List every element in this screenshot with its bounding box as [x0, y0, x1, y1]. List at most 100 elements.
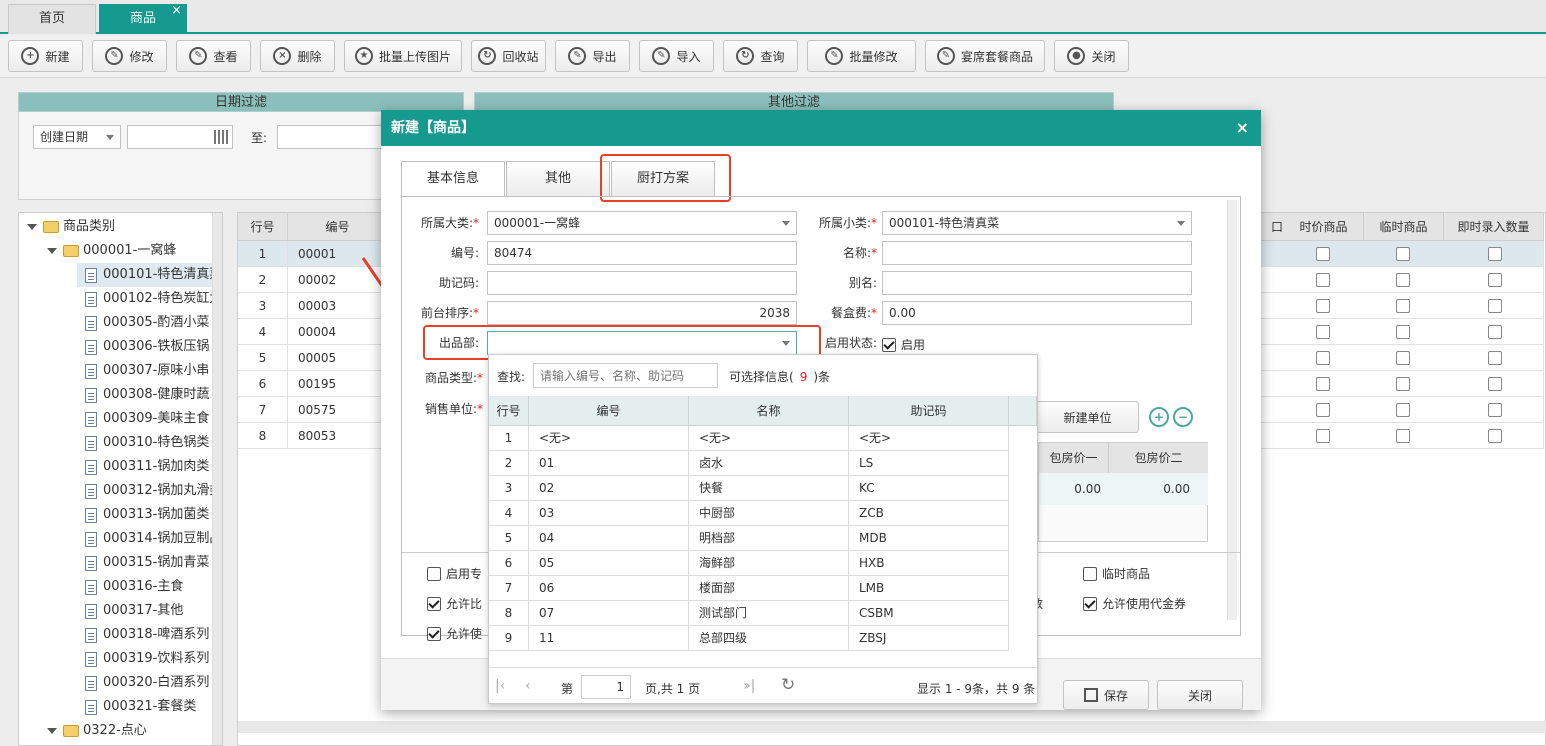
dialog-close-button[interactable]: 关闭: [1157, 680, 1243, 710]
alias-input[interactable]: [882, 271, 1192, 295]
sort-input[interactable]: 2038: [487, 301, 797, 325]
dropdown-option[interactable]: KC: [849, 476, 1009, 501]
row-checkbox[interactable]: [1316, 351, 1330, 365]
recycle-bin-button[interactable]: ↻ 回收站: [471, 40, 546, 72]
row-checkbox[interactable]: [1396, 247, 1410, 261]
batch-edit-button[interactable]: ✎ 批量修改: [807, 40, 916, 72]
dropdown-option[interactable]: 07: [529, 601, 689, 626]
tree-item[interactable]: 000310-特色锅类: [85, 431, 209, 455]
tree-item[interactable]: 000307-原味小串: [85, 359, 209, 383]
tree-root[interactable]: 商品类别: [27, 215, 115, 239]
row-checkbox[interactable]: [1396, 429, 1410, 443]
row-checkbox[interactable]: [1396, 377, 1410, 391]
row-checkbox[interactable]: [1488, 403, 1502, 417]
refresh-icon[interactable]: ↻: [781, 675, 795, 695]
date-type-select[interactable]: 创建日期: [33, 125, 121, 149]
dropdown-option[interactable]: 中厨部: [689, 501, 849, 526]
name-input[interactable]: [882, 241, 1192, 265]
row-checkbox[interactable]: [1488, 273, 1502, 287]
tree-item[interactable]: 000318-啤酒系列: [85, 623, 209, 647]
expand-icon[interactable]: [27, 224, 37, 230]
dropdown-option[interactable]: 1: [489, 426, 529, 451]
subcategory-select[interactable]: 000101-特色清真菜: [882, 211, 1192, 235]
unit-grid-cell-1[interactable]: 0.00: [1039, 473, 1109, 505]
tree-item[interactable]: 000319-饮料系列: [85, 647, 209, 671]
tab-goods[interactable]: 商品 ×: [99, 3, 187, 34]
page-input[interactable]: 1: [581, 675, 631, 699]
tab-basic-info[interactable]: 基本信息: [401, 161, 505, 197]
dropdown-option[interactable]: 01: [529, 451, 689, 476]
mnemonic-input[interactable]: [487, 271, 797, 295]
dropdown-option[interactable]: 05: [529, 551, 689, 576]
close-icon[interactable]: ×: [171, 0, 182, 25]
dropdown-option[interactable]: 卤水: [689, 451, 849, 476]
expand-icon[interactable]: [47, 728, 57, 734]
dropdown-option[interactable]: 2: [489, 451, 529, 476]
dropdown-option[interactable]: HXB: [849, 551, 1009, 576]
row-checkbox[interactable]: [1396, 403, 1410, 417]
calendar-icon[interactable]: [214, 130, 228, 144]
dropdown-option[interactable]: 7: [489, 576, 529, 601]
close-icon[interactable]: ×: [1236, 110, 1249, 146]
check-voucher[interactable]: 允许使用代金券: [1083, 595, 1186, 612]
dropdown-option[interactable]: <无>: [689, 426, 849, 451]
dropdown-option[interactable]: 6: [489, 551, 529, 576]
check-3[interactable]: 允许使: [427, 625, 482, 642]
dropdown-option[interactable]: 11: [529, 626, 689, 651]
row-checkbox[interactable]: [1488, 429, 1502, 443]
first-page-icon[interactable]: |‹: [495, 678, 505, 694]
row-checkbox[interactable]: [1316, 377, 1330, 391]
banquet-set-button[interactable]: ✎ 宴席套餐商品: [925, 40, 1045, 72]
check-1[interactable]: 启用专: [427, 565, 482, 582]
close-button[interactable]: ● 关闭: [1054, 40, 1129, 72]
view-button[interactable]: ✎ 查看: [176, 40, 251, 72]
tree-item[interactable]: 000309-美味主食: [85, 407, 209, 431]
dropdown-option[interactable]: 8: [489, 601, 529, 626]
boxfee-input[interactable]: 0.00: [882, 301, 1192, 325]
dropdown-option[interactable]: 4: [489, 501, 529, 526]
row-checkbox[interactable]: [1316, 299, 1330, 313]
dropdown-option[interactable]: 快餐: [689, 476, 849, 501]
checkbox-icon[interactable]: [427, 596, 441, 611]
dropdown-option[interactable]: LMB: [849, 576, 1009, 601]
import-button[interactable]: ✎ 导入: [639, 40, 714, 72]
dropdown-option[interactable]: 测试部门: [689, 601, 849, 626]
start-date-input[interactable]: [127, 125, 233, 149]
dropdown-option[interactable]: MDB: [849, 526, 1009, 551]
tab-home[interactable]: 首页: [8, 4, 96, 34]
checkbox-icon[interactable]: [882, 337, 896, 352]
row-checkbox[interactable]: [1396, 299, 1410, 313]
row-checkbox[interactable]: [1488, 377, 1502, 391]
checkbox-icon[interactable]: [1083, 566, 1097, 581]
edit-button[interactable]: ✎ 修改: [92, 40, 167, 72]
row-checkbox[interactable]: [1316, 325, 1330, 339]
dropdown-option[interactable]: 04: [529, 526, 689, 551]
tree-item[interactable]: 000101-特色清真菜: [77, 263, 222, 287]
tree-item[interactable]: 000305-酌酒小菜: [85, 311, 209, 335]
tree-item[interactable]: 000320-白酒系列: [85, 671, 209, 695]
dropdown-option[interactable]: 02: [529, 476, 689, 501]
remove-row-icon[interactable]: −: [1173, 407, 1193, 427]
new-button[interactable]: + 新建: [8, 40, 83, 72]
row-checkbox[interactable]: [1488, 247, 1502, 261]
dropdown-option[interactable]: 楼面部: [689, 576, 849, 601]
row-checkbox[interactable]: [1396, 273, 1410, 287]
end-date-input[interactable]: [277, 125, 387, 149]
row-checkbox[interactable]: [1316, 403, 1330, 417]
query-button[interactable]: ↻ 查询: [723, 40, 798, 72]
dropdown-option[interactable]: 03: [529, 501, 689, 526]
tree-item[interactable]: 000316-主食: [85, 575, 183, 599]
checkbox-icon[interactable]: [427, 626, 441, 641]
save-button[interactable]: 保存: [1063, 680, 1149, 710]
check-2[interactable]: 允许比: [427, 595, 482, 612]
dropdown-option[interactable]: 9: [489, 626, 529, 651]
tree-group[interactable]: 000001-一窝蜂: [47, 239, 176, 263]
prev-page-icon[interactable]: ‹: [525, 678, 531, 694]
delete-button[interactable]: × 删除: [260, 40, 335, 72]
table-row-code[interactable]: 00005: [288, 345, 388, 371]
tree-item[interactable]: 000102-特色炭缸大: [85, 287, 222, 311]
dialog-scrollbar[interactable]: [1227, 200, 1237, 620]
grid-scrollbar[interactable]: [238, 721, 1546, 733]
check-temp-goods[interactable]: 临时商品: [1083, 565, 1150, 582]
category-select[interactable]: 000001-一窝蜂: [487, 211, 797, 235]
